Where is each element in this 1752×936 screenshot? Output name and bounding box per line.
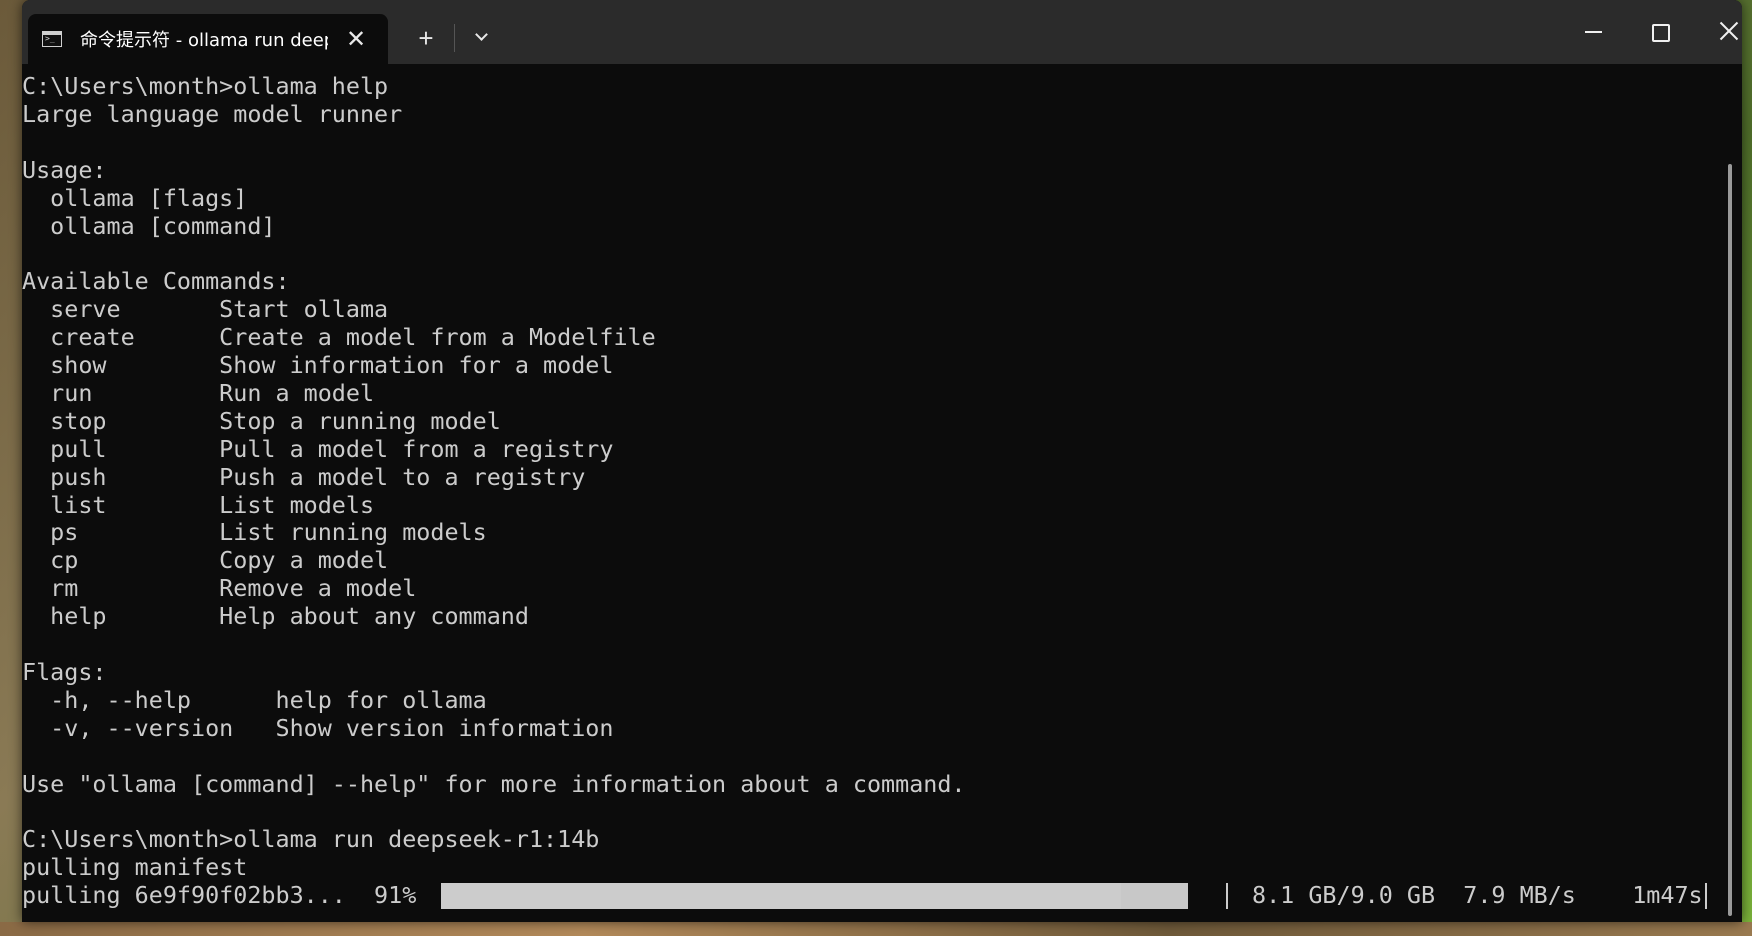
progress-stats: 8.1 GB/9.0 GB 7.9 MB/s 1m47s [1252,881,1703,910]
terminal-line: C:\Users\month>ollama help [22,72,389,100]
progress-label: pulling 6e9f90f02bb3... 91% [22,881,417,910]
progress-bar [441,883,1188,910]
terminal-line: help Help about any command [22,602,529,631]
tab-separator [454,24,455,52]
tab-title: 命令提示符 - ollama run deepseek-r1:14b [80,30,328,51]
terminal-line: list List models [22,490,375,519]
progress-row: pulling 6e9f90f02bb3... 91% 8.1 GB/9.0 G… [22,881,1722,910]
terminal-line: stop Stop a running model [22,406,501,435]
scrollbar[interactable] [1728,164,1732,916]
terminal-line: ollama [command] [22,211,276,240]
terminal-line: show Show information for a model [22,351,614,379]
terminal-line: cp Copy a model [22,546,389,575]
title-bar: 命令提示符 - ollama run deepseek-r1:14b ✕ + [22,0,1742,64]
terminal-line: rm Remove a model [22,574,417,603]
close-window-button[interactable] [1698,8,1742,56]
progress-divider [1226,883,1228,910]
terminal-line: run Run a model [22,378,375,407]
terminal-line: Usage: [22,155,107,184]
terminal-line: pulling manifest [22,853,248,882]
text-cursor [1705,883,1707,910]
terminal-line: -h, --help help for ollama [22,685,487,714]
maximize-button[interactable] [1628,8,1692,56]
terminal-window: 命令提示符 - ollama run deepseek-r1:14b ✕ + p… [22,0,1742,922]
terminal-line: push Push a model to a registry [22,462,586,491]
new-tab-button[interactable]: + [404,18,448,58]
close-tab-icon[interactable]: ✕ [342,25,370,54]
terminal-line: C:\Users\month>ollama run deepseek-r1:14… [22,825,600,854]
desktop-wallpaper [0,922,1752,936]
chevron-down-icon[interactable] [462,20,502,56]
tab-command-prompt[interactable]: 命令提示符 - ollama run deepseek-r1:14b ✕ [28,14,388,64]
terminal-line: ps List running models [22,518,487,547]
progress-fill [441,883,1121,910]
terminal-line: Large language model runner [22,99,403,128]
terminal-icon [42,31,62,47]
terminal-line: Available Commands: [22,267,290,296]
terminal-line: -v, --version Show version information [22,713,614,742]
terminal-line: ollama [flags] [22,183,248,212]
terminal-output[interactable]: pulling 6e9f90f02bb3... 91% 8.1 GB/9.0 G… [22,72,1722,922]
terminal-line: create Create a model from a Modelfile [22,323,656,352]
minimize-button[interactable] [1562,8,1626,56]
terminal-line: Flags: [22,657,107,686]
terminal-line: Use "ollama [command] --help" for more i… [22,769,966,798]
terminal-line: pull Pull a model from a registry [22,434,614,463]
terminal-line: serve Start ollama [22,295,389,324]
